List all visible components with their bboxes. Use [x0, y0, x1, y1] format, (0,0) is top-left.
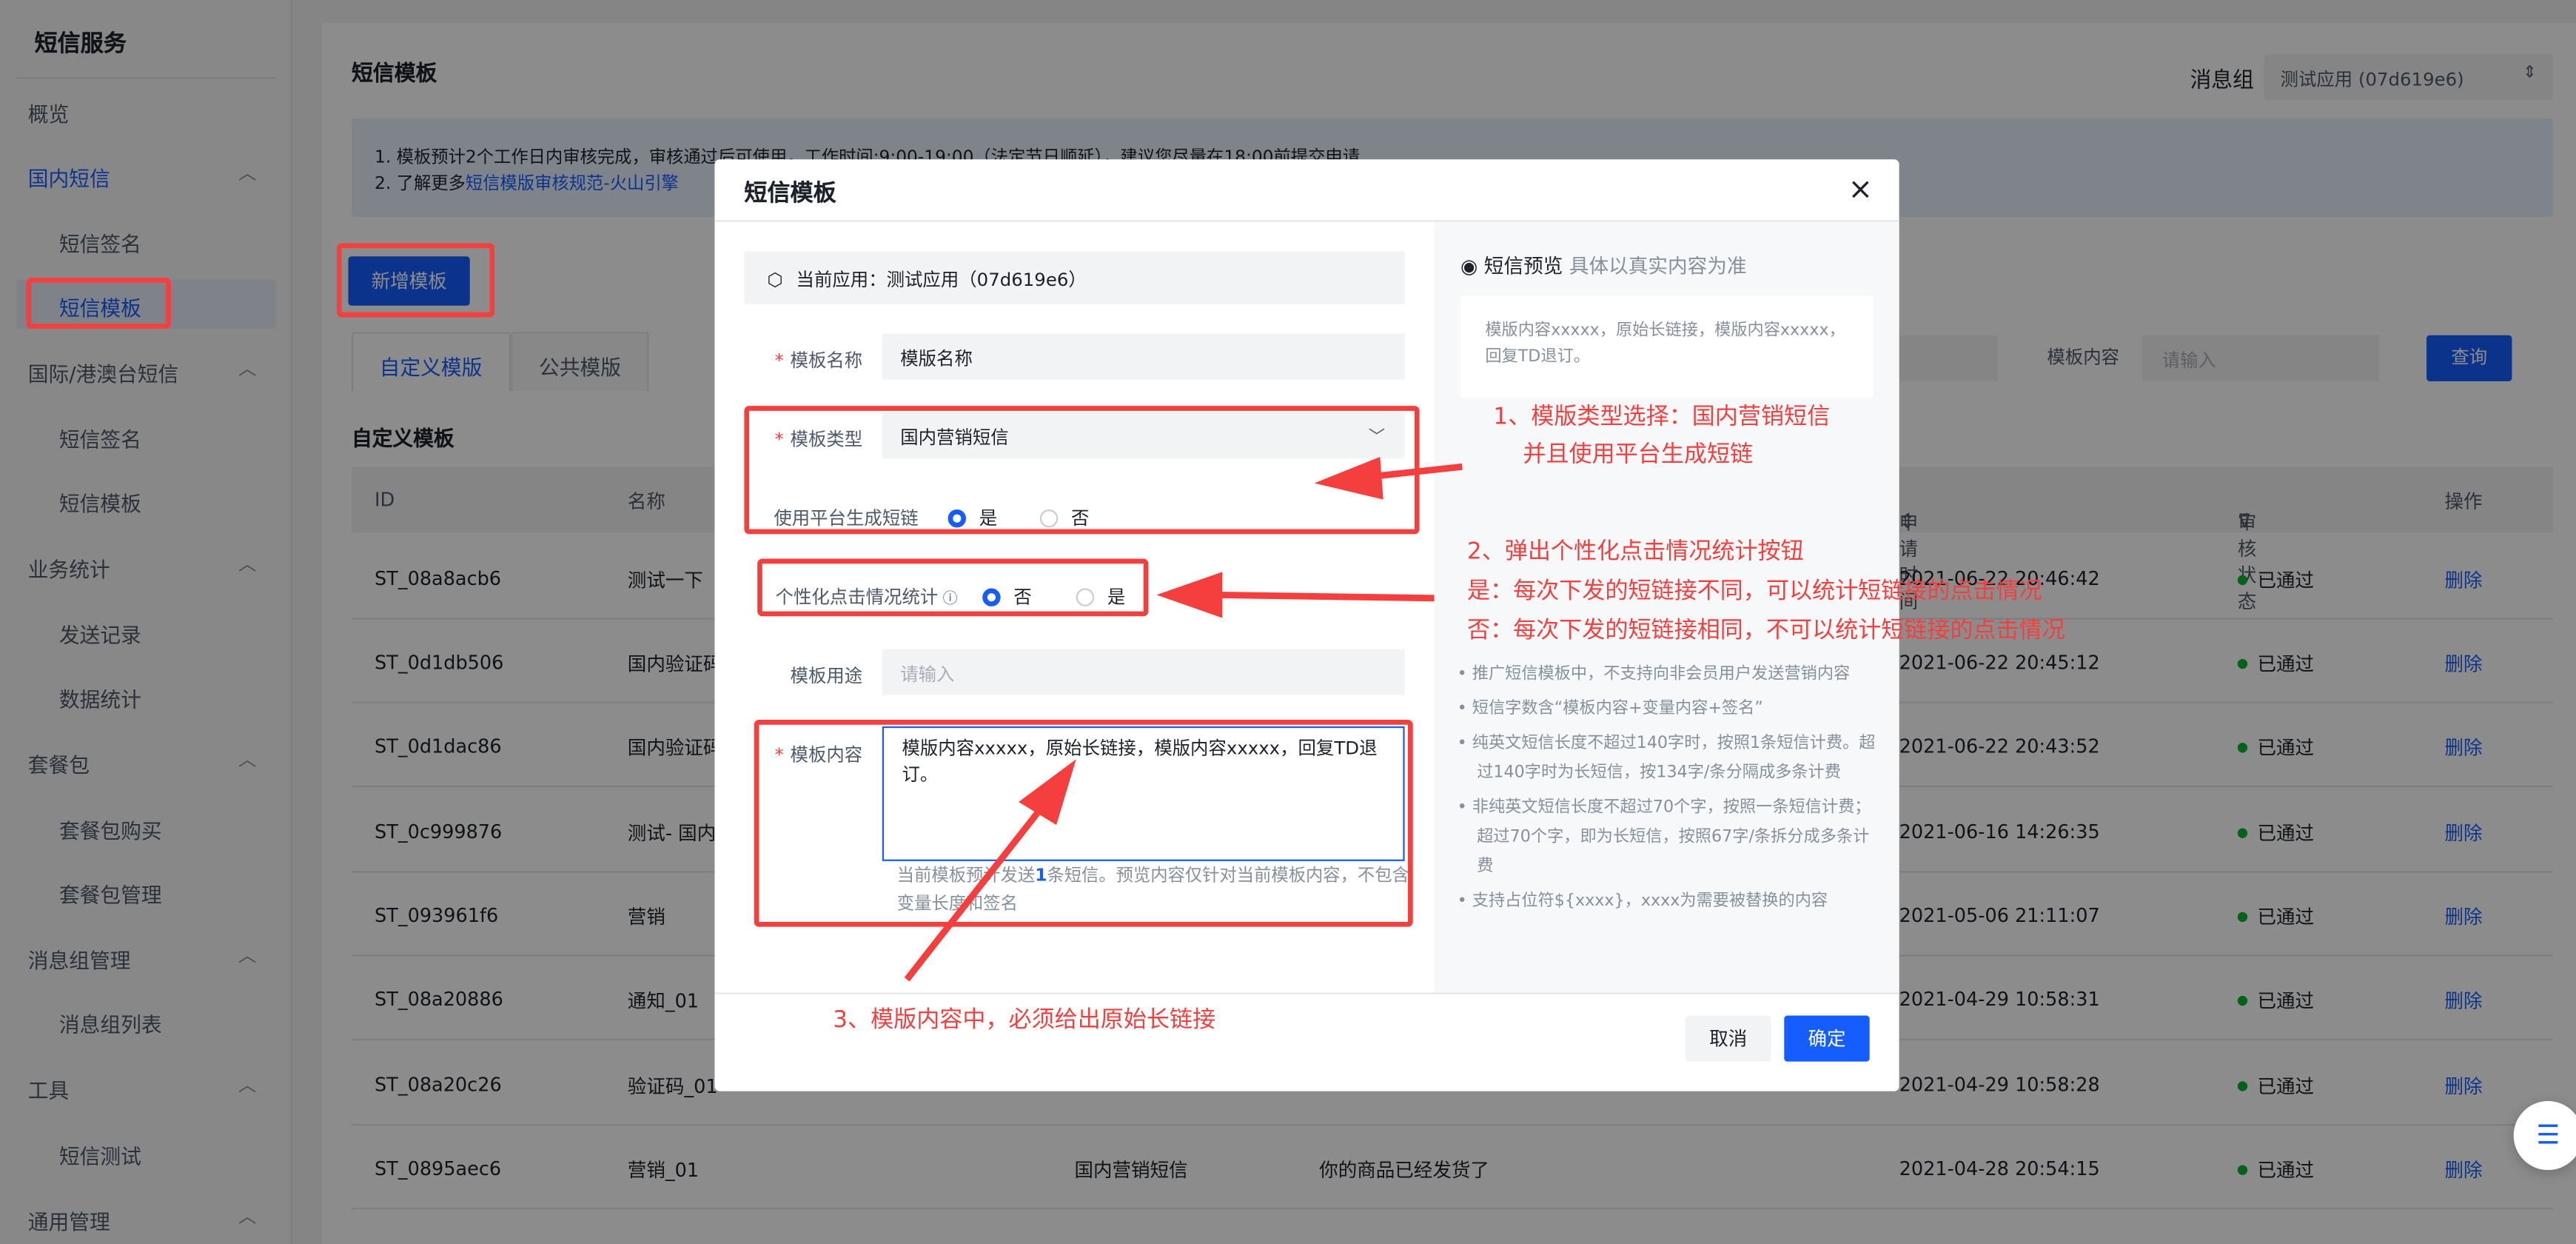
annotation-2-line-1: 2、弹出个性化点击情况统计按钮: [1466, 538, 1804, 566]
annotation-2-line-2: 是：每次下发的短链接不同，可以统计短链接的点击情况: [1466, 578, 2042, 605]
annotation-2-line-3: 否：每次下发的短链接相同，不可以统计短链接的点击情况: [1466, 618, 2065, 644]
annotation-1-line-2: 并且使用平台生成短链: [1523, 441, 1754, 469]
annotation-arrows: [904, 456, 1463, 982]
annotation-1-line-1: 1、模版类型选择：国内营销短信: [1493, 404, 1831, 431]
annotation-3: 3、模版内容中，必须给出原始长链接: [833, 1007, 1216, 1034]
chat-icon[interactable]: ☰: [2513, 1100, 2576, 1171]
